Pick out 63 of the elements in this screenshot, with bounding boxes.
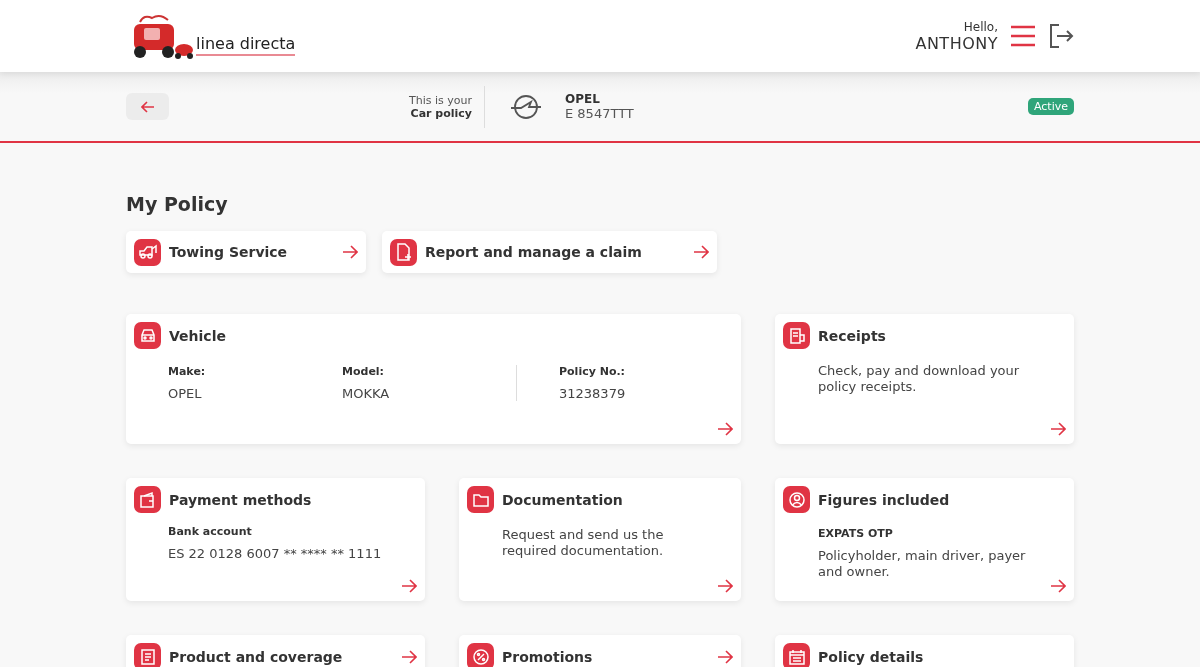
policy-card[interactable]: Vehicle Make: OPEL Model: MOKKA Policy No.: 31238379 (126, 314, 741, 444)
card-title: Payment methods (169, 491, 313, 508)
car-brand-emblem-icon (509, 92, 543, 121)
quick-action-button[interactable]: Report and manage a claim (382, 231, 717, 273)
policy-card[interactable]: Receipts Check, pay and download your policy receipts. (775, 314, 1074, 444)
policy-intro: This is your (409, 93, 472, 107)
field-label: Make: (168, 365, 207, 378)
document-plus-icon (390, 238, 417, 266)
arrow-icon (717, 422, 733, 436)
brand-name: linea directa (196, 34, 296, 56)
arrow-icon (1050, 422, 1066, 436)
calendar-icon (783, 643, 810, 667)
person-icon (783, 486, 810, 513)
card-title: Documentation (502, 491, 624, 508)
car-make: OPEL (565, 92, 601, 106)
arrow-icon (717, 649, 733, 664)
tow-truck-icon (134, 238, 161, 266)
card-title: Policy details (818, 648, 925, 665)
arrow-icon (342, 245, 358, 259)
card-title: Vehicle (169, 327, 227, 344)
field-label: Model: (342, 365, 385, 378)
card-title: Promotions (502, 648, 594, 665)
quick-action-button[interactable]: Towing Service (126, 231, 366, 273)
back-arrow-icon (140, 100, 155, 113)
field-label: Policy No.: (559, 365, 627, 378)
field-label: Bank account (168, 525, 253, 538)
card-description: Policyholder, main driver, payer and owner. (818, 548, 1027, 580)
back-button[interactable] (126, 93, 169, 120)
card-title: Receipts (818, 327, 887, 344)
arrow-icon (401, 579, 417, 593)
policy-card[interactable]: Policy details (775, 635, 1074, 667)
doc-icon (134, 643, 161, 667)
greeting: Hello, (963, 19, 998, 34)
folder-icon (467, 486, 494, 513)
field-value: MOKKA (342, 386, 391, 401)
card-title: Product and coverage (169, 648, 344, 665)
policy-card[interactable]: Promotions (459, 635, 741, 667)
policy-type: Car policy (410, 106, 472, 120)
policy-card[interactable]: Product and coverage (126, 635, 425, 667)
arrow-icon (1050, 579, 1066, 593)
card-subtitle: EXPATS OTP (818, 527, 894, 540)
status-badge: Active (1027, 98, 1074, 115)
card-description: Request and send us the required documentation. (502, 527, 665, 559)
menu-icon[interactable] (1010, 25, 1036, 47)
card-title: Figures included (818, 491, 951, 508)
logout-icon[interactable] (1048, 23, 1074, 49)
field-value: OPEL (168, 386, 203, 401)
wallet-icon (134, 486, 161, 513)
field-value: 31238379 (559, 386, 627, 401)
policy-card[interactable]: Documentation Request and send us the required documentation. (459, 478, 741, 601)
arrow-icon (401, 649, 417, 664)
receipt-icon (783, 322, 810, 349)
percent-icon (467, 643, 494, 667)
policy-card[interactable]: Payment methods Bank account ES 22 0128 6007 ** **** ** 1111 (126, 478, 425, 601)
section-title: My Policy (126, 193, 229, 215)
policy-card[interactable]: Figures included EXPATS OTP Policyholder, main driver, payer and owner. (775, 478, 1074, 601)
license-plate: E 8547TTT (565, 106, 634, 121)
arrow-icon (693, 245, 709, 259)
arrow-icon (717, 579, 733, 593)
field-value: ES 22 0128 6007 ** **** ** 1111 (168, 546, 382, 561)
user-name: ANTHONY (915, 33, 998, 53)
car-icon (134, 322, 161, 349)
card-description: Check, pay and download your policy receipts. (818, 363, 1021, 395)
